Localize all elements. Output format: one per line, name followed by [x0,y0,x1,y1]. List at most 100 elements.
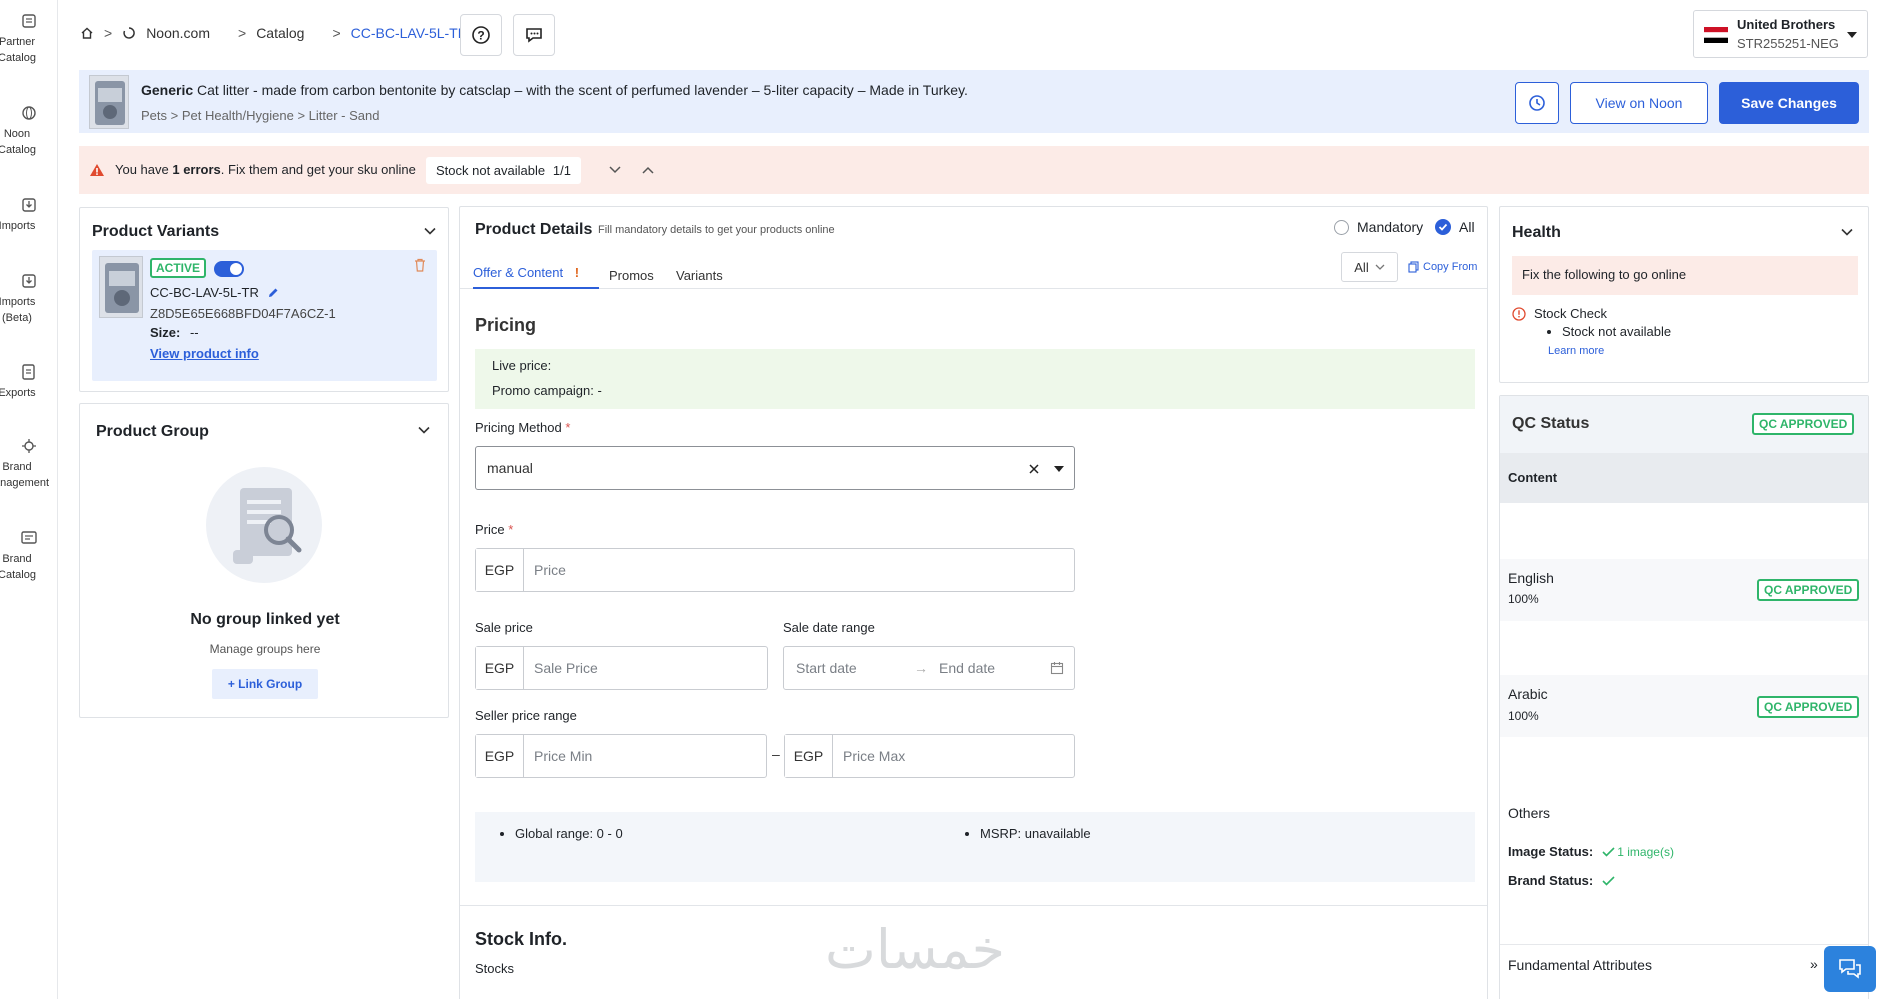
price-input[interactable]: EGP Price [475,548,1075,592]
product-image-icon [95,81,125,125]
nav-partner-catalog[interactable]: Partner Catalog [0,12,58,66]
qc-image-status: Image Status: 1 image(s) [1508,844,1674,859]
calendar-icon[interactable] [1050,661,1064,675]
view-on-noon-button[interactable]: View on Noon [1570,82,1708,124]
catalog-icon [22,14,36,28]
nav-exports[interactable]: Exports [0,363,58,401]
breadcrumb-item-noon[interactable]: Noon.com [146,25,210,41]
account-selector[interactable]: United Brothers STR255251-NEG [1693,10,1868,58]
product-thumbnail [89,75,129,129]
filter-mandatory-label: Mandatory [1357,219,1424,235]
health-fix-box: Fix the following to go online [1512,256,1858,295]
tabs-divider [460,288,1487,289]
sale-date-range-input[interactable]: Start date → End date [783,646,1075,690]
nav-imports-beta[interactable]: Imports (Beta) [0,272,58,326]
chevron-down-icon[interactable] [1840,225,1854,239]
sale-date-range-label: Sale date range [783,620,875,635]
view-product-info-link[interactable]: View product info [150,346,259,361]
currency-prefix: EGP [476,735,524,777]
variant-row[interactable]: ACTIVE CC-BC-LAV-5L-TR Z8D5E65E668BFD04F… [92,250,437,381]
price-label: Price * [475,522,513,537]
price-placeholder: Price [534,562,566,578]
watermark: خمسات [825,918,1006,981]
stock-check-list: Stock not available [1562,324,1671,339]
tab-variants[interactable]: Variants [676,268,723,283]
price-max-input[interactable]: EGP Price Max [784,734,1075,778]
product-title: Generic Cat litter - made from carbon be… [141,82,968,98]
loading-icon [123,27,135,39]
arrow-right-icon: → [914,660,928,676]
price-max-placeholder: Price Max [843,748,906,764]
stock-check-item: Stock not available [1562,324,1671,339]
nav-brand-management[interactable]: Brand Management [0,437,58,491]
globe-icon [22,106,36,120]
language-select[interactable]: All [1341,252,1398,282]
active-toggle[interactable] [214,261,244,277]
qc-english-label: English [1508,570,1554,586]
chevron-up-icon[interactable] [642,165,654,175]
clear-icon[interactable] [1028,463,1040,475]
qc-approved-badge: QC APPROVED [1752,413,1855,435]
pricing-method-select[interactable]: manual [475,446,1075,490]
fundamental-expand-icon[interactable]: » [1810,956,1818,972]
filter-all[interactable]: All [1435,219,1475,235]
nav-imports[interactable]: Imports [0,196,58,234]
learn-more-link[interactable]: Learn more [1548,345,1604,357]
account-name: United Brothers [1737,17,1836,32]
pricing-method-value: manual [487,460,533,476]
empty-group-subtitle: Manage groups here [209,642,321,656]
section-divider [460,905,1487,906]
product-banner: Generic Cat litter - made from carbon be… [79,70,1869,133]
qc-brand-status: Brand Status: [1508,873,1615,888]
link-group-button[interactable]: + Link Group [212,669,318,699]
currency-prefix: EGP [785,735,833,777]
qc-english-pct: 100% [1508,592,1539,606]
egypt-flag-icon [1704,27,1728,43]
filter-mandatory[interactable]: Mandatory [1334,219,1423,235]
nav-brand-catalog[interactable]: Brand Catalog [0,529,58,583]
tab-promos[interactable]: Promos [609,268,654,283]
stock-check-title: Stock Check [1534,306,1607,321]
caret-down-icon[interactable] [1054,466,1064,472]
import-beta-icon [22,274,36,288]
sale-price-input[interactable]: EGP Sale Price [475,646,768,690]
tab-offer-content[interactable]: Offer & Content ! [473,265,599,289]
breadcrumb-item-catalog[interactable]: Catalog [256,25,304,41]
range-separator: – [772,746,780,762]
help-button[interactable]: ? [460,14,502,56]
chevron-down-icon[interactable] [609,165,621,175]
save-changes-button[interactable]: Save Changes [1719,82,1859,124]
qc-arabic-row: Arabic 100% QC APPROVED [1500,675,1868,737]
home-icon[interactable] [80,26,94,40]
error-pill[interactable]: Stock not available 1/1 [426,157,581,184]
qc-others-label: Others [1508,805,1551,821]
variant-sku: CC-BC-LAV-5L-TR [150,285,259,300]
nav-label: Partner Catalog [0,36,36,64]
chevron-down-icon [1375,264,1385,270]
export-icon [22,364,35,380]
product-details-title: Product Details [475,221,593,238]
chat-icon [526,28,542,43]
chat-support-button[interactable] [1824,946,1876,992]
copy-from-button[interactable]: Copy From [1408,261,1477,273]
chat-history-button[interactable] [513,14,555,56]
language-select-value: All [1354,259,1369,275]
qc-english-row: English 100% QC APPROVED [1500,559,1868,621]
price-min-input[interactable]: EGP Price Min [475,734,767,778]
chevron-down-icon[interactable] [423,224,437,238]
edit-icon[interactable] [267,287,279,299]
info-alert-icon [1512,307,1526,321]
required-marker: * [565,420,571,435]
sale-price-placeholder: Sale Price [534,660,598,676]
end-date-placeholder: End date [939,660,996,676]
nav-noon-catalog[interactable]: Noon Catalog [0,104,58,158]
breadcrumb-item-sku[interactable]: CC-BC-LAV-5L-TR [351,25,468,41]
delete-icon[interactable] [414,258,426,272]
brand-catalog-icon [21,531,37,544]
product-group-card: Product Group No group linked yet Manage… [79,403,449,718]
store-code: STR255251-NEG [1737,36,1839,51]
history-button[interactable] [1515,82,1559,124]
pricing-method-label: Pricing Method * [475,420,570,435]
pricing-method-label-text: Pricing Method [475,420,562,435]
chevron-down-icon[interactable] [417,423,431,437]
